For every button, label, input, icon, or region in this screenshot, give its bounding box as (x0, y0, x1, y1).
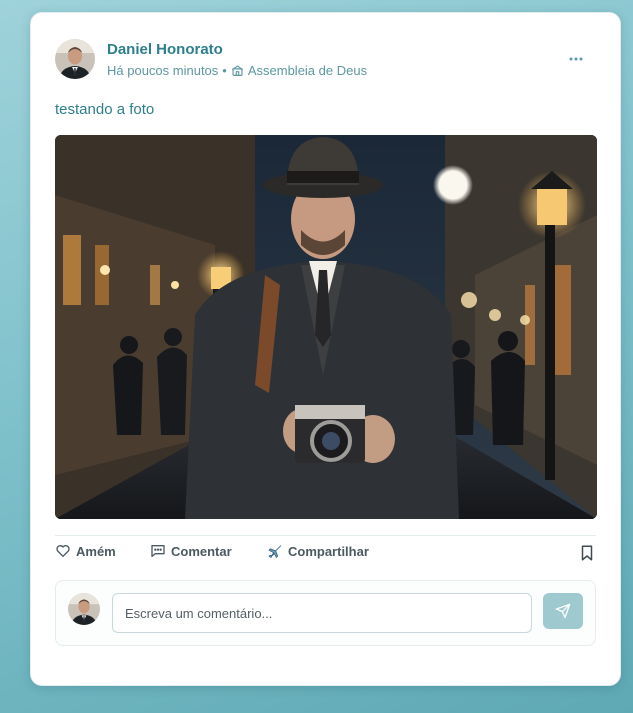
church-name[interactable]: Assembleia de Deus (248, 63, 367, 78)
airplane-icon (267, 543, 283, 559)
post-actions: Amém Comentar Compartilhar (55, 543, 596, 567)
current-user-avatar (68, 593, 100, 625)
like-label: Amém (76, 543, 116, 559)
bookmark-icon[interactable] (578, 544, 596, 562)
comment-icon (150, 543, 166, 559)
post-photo[interactable] (55, 135, 597, 519)
like-button[interactable]: Amém (55, 543, 116, 559)
post-header: Daniel Honorato Há poucos minutos • Asse… (55, 39, 596, 79)
comment-button[interactable]: Comentar (150, 543, 232, 559)
comment-label: Comentar (171, 543, 232, 559)
meta-separator: • (222, 63, 227, 78)
comment-input[interactable] (112, 593, 532, 633)
heart-icon (55, 543, 71, 559)
author-avatar[interactable] (55, 39, 95, 79)
comment-composer (55, 580, 596, 646)
share-button[interactable]: Compartilhar (267, 543, 369, 559)
post-card: Daniel Honorato Há poucos minutos • Asse… (30, 12, 621, 686)
send-button[interactable] (543, 593, 583, 629)
actions-divider (55, 535, 596, 536)
author-name[interactable]: Daniel Honorato (107, 41, 223, 58)
more-options-icon[interactable] (564, 47, 588, 71)
share-label: Compartilhar (288, 543, 369, 559)
post-meta: Há poucos minutos • Assembleia de Deus (107, 63, 367, 78)
church-icon (231, 64, 244, 77)
post-text: testando a foto (55, 101, 155, 118)
send-icon (555, 603, 571, 619)
post-time: Há poucos minutos (107, 63, 219, 78)
